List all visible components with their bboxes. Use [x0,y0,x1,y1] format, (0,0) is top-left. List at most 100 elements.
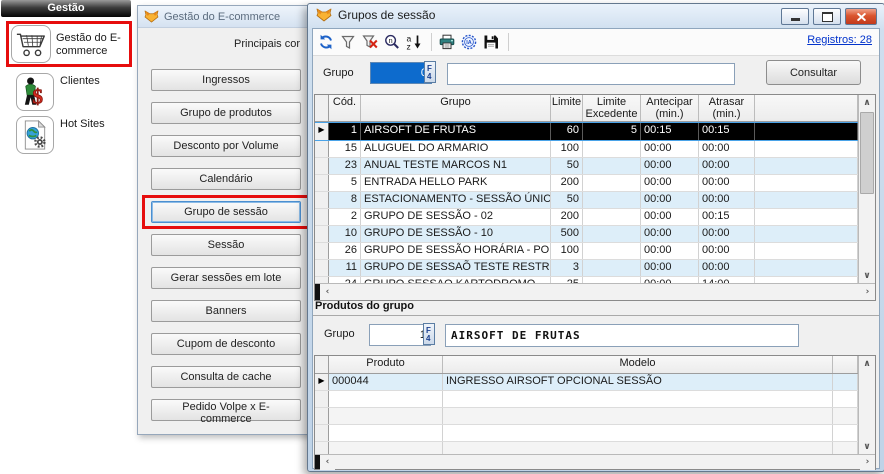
produto-grupo-code-input[interactable]: 1 [369,324,431,346]
scroll-down-button[interactable]: ∨ [860,439,875,454]
scroll-right-button[interactable]: › [860,285,875,300]
grid-cell-empty [755,123,858,140]
table-row-empty[interactable] [315,408,858,425]
search-button[interactable]: n [382,32,402,52]
scroll-left-button[interactable]: ‹ [320,285,335,300]
table-row[interactable]: ▶1AIRSOFT DE FRUTAS60500:1500:15 [315,122,858,141]
minimize-button[interactable] [781,8,809,25]
grid-cell: 200 [551,175,583,191]
button-cupom-de-desconto[interactable]: Cupom de desconto [151,333,301,355]
grid-cell: 00:15 [699,209,755,225]
scroll-down-button[interactable]: ∨ [860,268,875,283]
scrollbar-thumb[interactable] [860,112,874,194]
grupo-name-input[interactable] [447,63,735,85]
button-pedido-volpe-ecommerce[interactable]: Pedido Volpe x E-commerce [151,399,301,421]
search-icon: n [384,34,400,50]
vertical-scrollbar[interactable]: ∧ ∨ [858,95,875,283]
vertical-scrollbar[interactable]: ∧ ∨ [858,356,875,454]
table-row[interactable]: 11GRUPO DE SESSAÕ TESTE RESTRIÇÃO300:000… [315,260,858,277]
grid-cell [583,192,641,208]
grid-cell-empty [833,442,858,454]
grid-cell: 100 [551,243,583,259]
grid-cell: 00:15 [699,123,755,140]
sidebar-item-clientes[interactable]: $ Clientes [16,73,130,111]
scroll-up-button[interactable]: ∧ [860,356,875,371]
table-row[interactable]: ▶000044INGRESSO AIRSOFT OPCIONAL SESSÃO [315,374,858,391]
table-row[interactable]: 5ENTRADA HELLO PARK20000:0000:00 [315,175,858,192]
ecommerce-window-titlebar[interactable]: Gestão do E-commerce [138,6,311,28]
button-consulta-de-cache[interactable]: Consulta de cache [151,366,301,388]
table-row[interactable]: 23ANUAL TESTE MARCOS N15000:0000:00 [315,158,858,175]
button-ingressos[interactable]: Ingressos [151,69,301,91]
row-selector [315,408,329,424]
ia-badge-button[interactable]: IA [459,32,479,52]
table-row[interactable]: 2GRUPO DE SESSÃO - 0220000:0000:15 [315,209,858,226]
print-button[interactable] [437,32,457,52]
column-header: LimiteExcedente [583,95,641,121]
produto-grupo-name-field[interactable]: AIRSOFT DE FRUTAS [445,324,799,347]
sort-ascending-button[interactable]: a z [404,32,424,52]
refresh-button[interactable] [316,32,336,52]
sidebar-item-hot-sites[interactable]: Hot Sites [16,116,130,154]
column-header: Limite [551,95,583,121]
button-sessao[interactable]: Sessão [151,234,301,256]
grid-cell: 00:00 [699,175,755,191]
close-button[interactable] [845,8,877,25]
grid-cell: GRUPO DE SESSÃO - 02 [361,209,551,225]
sidebar-item-label: Hot Sites [60,116,130,131]
button-banners[interactable]: Banners [151,300,301,322]
grid-cell: 8 [329,192,361,208]
table-row[interactable]: 15ALUGUEL DO ARMARIO10000:0000:00 [315,141,858,158]
row-selector [315,192,329,208]
window-title: Gestão do E-commerce [164,11,280,23]
registros-link[interactable]: Registros: 28 [807,34,872,46]
table-row[interactable]: 10GRUPO DE SESSÃO - 1050000:0000:00 [315,226,858,243]
button-desconto-por-volume[interactable]: Desconto por Volume [151,135,301,157]
minimize-icon [791,18,800,21]
close-icon [857,13,866,21]
grid-cell: 200 [551,209,583,225]
horizontal-scrollbar[interactable]: ‹ › [315,283,875,300]
sidebar-item-gestao-ecommerce[interactable]: Gestão do E-commerce [11,25,126,63]
grupo-label: Grupo [324,328,355,340]
table-row[interactable]: 8ESTACIONAMENTO - SESSÃO ÚNICA5000:0000:… [315,192,858,209]
scroll-up-button[interactable]: ∧ [860,95,875,110]
scroll-left-button[interactable]: ‹ [320,455,335,470]
filter-button[interactable] [338,32,358,52]
grid-cell-empty [755,141,858,157]
grupo-code-input[interactable]: 0 [370,62,432,84]
button-calendario[interactable]: Calendário [151,168,301,190]
grid-cell [443,425,833,441]
grid-cell: 00:00 [699,192,755,208]
grid-cell: 15 [329,141,361,157]
button-gerar-sessoes-em-lote[interactable]: Gerar sessões em lote [151,267,301,289]
save-button[interactable] [481,32,501,52]
grid-cell [583,158,641,174]
grupo-f4-lookup-button[interactable]: F4 [424,61,436,83]
table-row-empty[interactable] [315,391,858,408]
produto-grupo-f4-lookup-button[interactable]: F4 [423,323,435,345]
row-selector: ▶ [315,374,329,390]
grid-cell: ENTRADA HELLO PARK [361,175,551,191]
row-selector [315,226,329,242]
grid-cell [583,260,641,276]
maximize-button[interactable] [813,8,841,25]
row-selector [315,260,329,276]
button-grupo-de-sessao[interactable]: Grupo de sessão [151,201,301,223]
scroll-right-button[interactable]: › [860,455,875,470]
grid-cell-empty [833,425,858,441]
grid-cell: 1 [329,123,361,140]
grid-cell: INGRESSO AIRSOFT OPCIONAL SESSÃO [443,374,833,390]
button-grupo-de-produtos[interactable]: Grupo de produtos [151,102,301,124]
column-header-empty [755,95,858,121]
grid-cell-empty [755,226,858,242]
window-title: Grupos de sessão [338,8,435,22]
horizontal-scrollbar[interactable]: ‹ › [315,454,875,469]
clear-filter-button[interactable] [360,32,380,52]
table-row-empty[interactable] [315,442,858,454]
table-row[interactable]: 26GRUPO DE SESSÃO HORÁRIA - PORTAL10000:… [315,243,858,260]
grid-cell [583,175,641,191]
consultar-button[interactable]: Consultar [766,60,861,85]
row-selector [315,175,329,191]
table-row-empty[interactable] [315,425,858,442]
